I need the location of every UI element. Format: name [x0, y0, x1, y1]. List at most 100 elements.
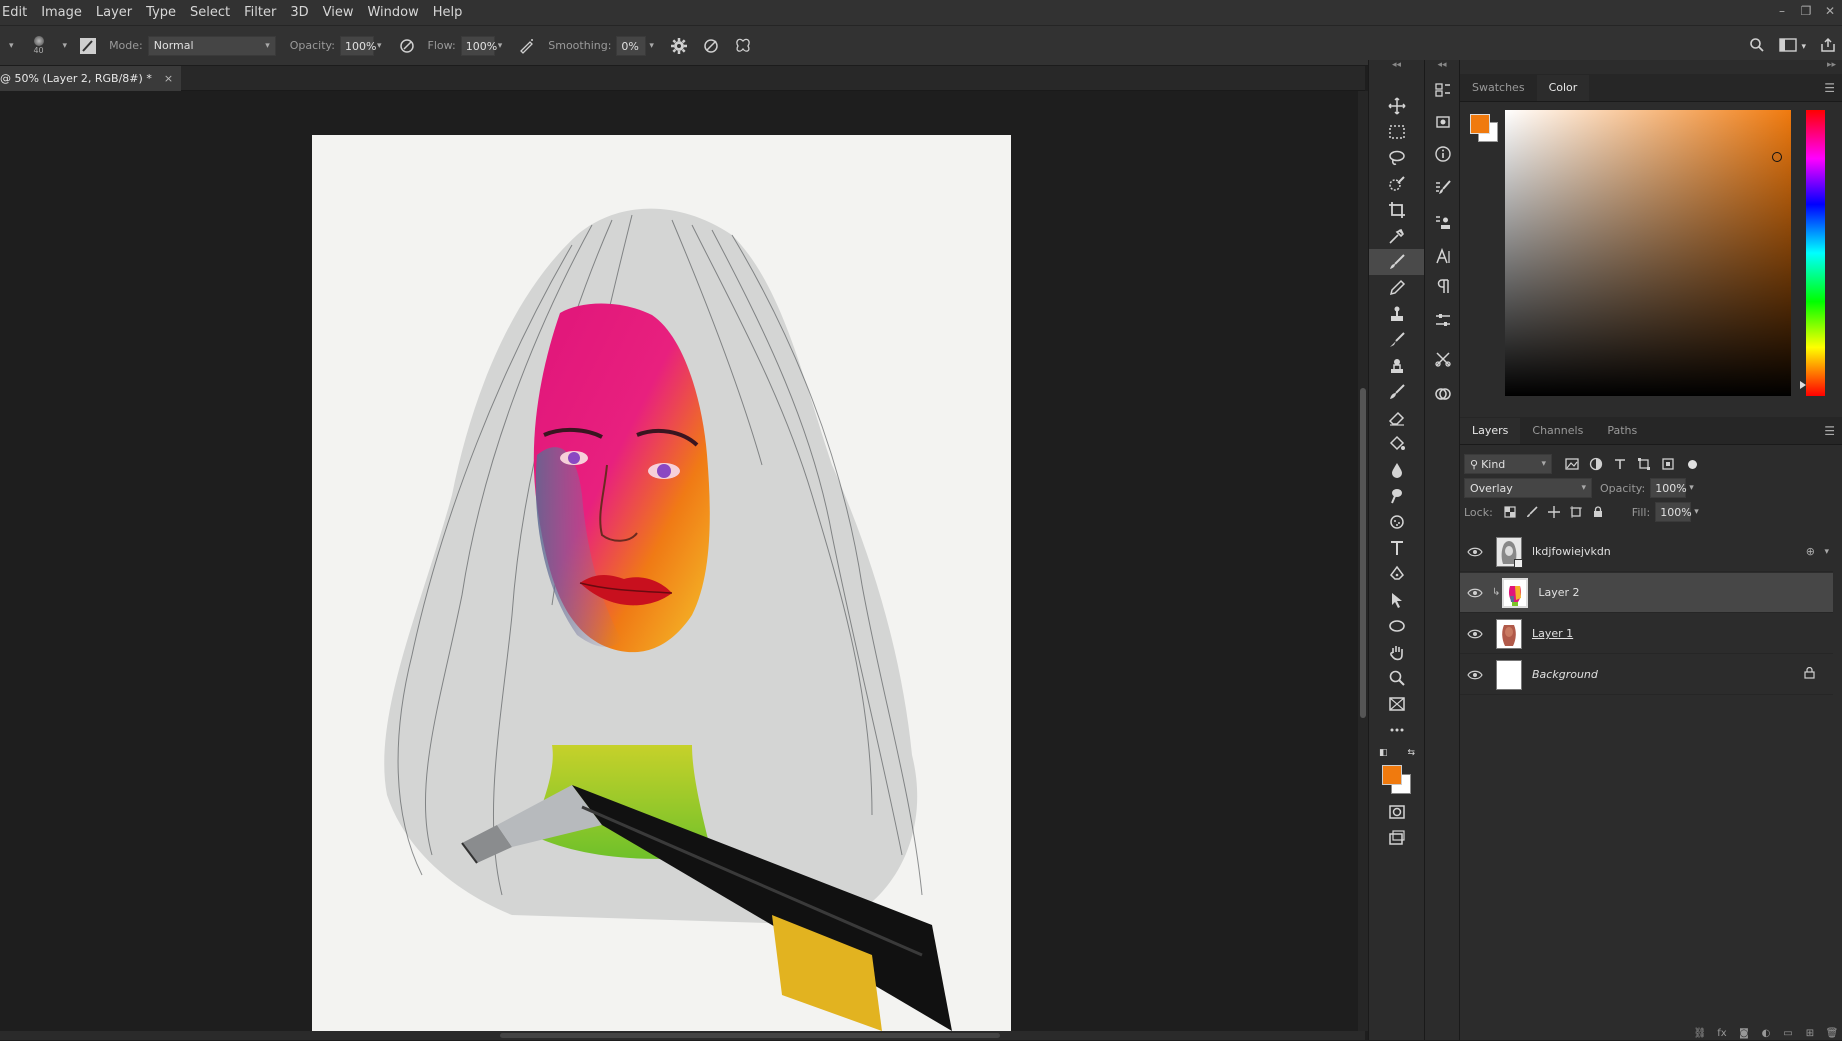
new-group-icon[interactable]: ▭ — [1777, 1028, 1799, 1039]
pen-tool-icon[interactable] — [1369, 561, 1425, 587]
collapse-tools-icon[interactable]: ◂◂ — [1369, 60, 1424, 74]
visibility-eye-icon[interactable] — [1460, 655, 1490, 695]
tab-swatches[interactable]: Swatches — [1460, 75, 1537, 101]
smoothing-chevron-icon[interactable]: ▾ — [649, 41, 654, 51]
paragraph-panel-icon[interactable] — [1425, 274, 1460, 298]
type-layer-filter-icon[interactable] — [1610, 455, 1630, 473]
minimize-button[interactable]: – — [1770, 0, 1794, 22]
adjustment-layer-filter-icon[interactable] — [1586, 455, 1606, 473]
libraries-panel-icon[interactable] — [1425, 376, 1460, 412]
fill-chevron-icon[interactable]: ▾ — [1694, 507, 1699, 517]
crop-tool-icon[interactable] — [1369, 197, 1425, 223]
tool-presets-panel-icon[interactable] — [1425, 342, 1460, 376]
eyedropper-tool-icon[interactable] — [1369, 223, 1425, 249]
link-layers-icon[interactable]: ⛓ — [1689, 1028, 1711, 1039]
airbrush-icon[interactable] — [516, 35, 538, 57]
add-layer-style-icon[interactable]: fx — [1711, 1028, 1733, 1039]
shape-layer-filter-icon[interactable] — [1634, 455, 1654, 473]
visibility-eye-icon[interactable] — [1460, 573, 1490, 613]
smoothing-input[interactable]: 0% — [616, 35, 647, 56]
pixel-layer-filter-icon[interactable] — [1562, 455, 1582, 473]
tab-channels[interactable]: Channels — [1520, 418, 1595, 444]
layer-effects-icon[interactable]: ⊕ — [1806, 545, 1815, 558]
workspace-icon[interactable] — [1779, 37, 1798, 56]
lock-artboard-icon[interactable] — [1566, 503, 1586, 521]
new-layer-icon[interactable]: ⊞ — [1799, 1028, 1821, 1039]
brush-settings-panel-icon[interactable] — [1425, 170, 1460, 206]
fill-input[interactable]: 100% — [1655, 502, 1692, 522]
tool-preset-chevron-icon[interactable]: ▾ — [9, 41, 14, 51]
workspace-chevron-icon[interactable]: ▾ — [1801, 42, 1806, 52]
new-adjustment-layer-icon[interactable]: ◐ — [1755, 1028, 1777, 1039]
move-tool-icon[interactable] — [1369, 93, 1425, 119]
hue-slider-handle[interactable] — [1800, 381, 1806, 389]
history-brush-tool-icon[interactable] — [1369, 379, 1425, 405]
layer-expand-chevron-icon[interactable]: ▾ — [1824, 547, 1829, 557]
clone-stamp-tool-icon[interactable] — [1369, 301, 1425, 327]
color-swatches-tool[interactable] — [1369, 763, 1425, 799]
blur-tool-icon[interactable] — [1369, 457, 1425, 483]
menu-filter[interactable]: Filter — [237, 0, 283, 25]
menu-layer[interactable]: Layer — [89, 0, 139, 25]
lock-position-icon[interactable] — [1544, 503, 1564, 521]
color-field[interactable] — [1505, 110, 1791, 396]
foreground-color-chip[interactable] — [1470, 114, 1490, 134]
brush-picker-chevron-icon[interactable]: ▾ — [63, 41, 68, 51]
color-picker-handle[interactable] — [1772, 152, 1782, 162]
menu-window[interactable]: Window — [360, 0, 425, 25]
menu-image[interactable]: Image — [34, 0, 89, 25]
character-panel-icon[interactable] — [1425, 238, 1460, 274]
ellipse-tool-icon[interactable] — [1369, 613, 1425, 639]
marquee-tool-icon[interactable] — [1369, 119, 1425, 145]
vertical-scrollbar-thumb[interactable] — [1360, 388, 1366, 718]
expand-panels-icon[interactable]: ▸▸ — [1460, 60, 1842, 74]
smart-object-filter-icon[interactable] — [1658, 455, 1678, 473]
path-selection-tool-icon[interactable] — [1369, 587, 1425, 613]
layer-row[interactable]: ↳ Layer 2 — [1460, 573, 1833, 613]
more-tools-icon[interactable] — [1369, 717, 1425, 743]
opacity-input[interactable]: 100% — [339, 35, 376, 56]
pencil-tool-icon[interactable] — [1369, 275, 1425, 301]
blend-mode-select[interactable]: Overlay ▾ — [1464, 478, 1592, 498]
document-canvas[interactable] — [312, 135, 1011, 1031]
menu-3d[interactable]: 3D — [283, 0, 315, 25]
sponge-tool-icon[interactable] — [1369, 509, 1425, 535]
quick-mask-icon[interactable] — [1369, 799, 1425, 825]
share-icon[interactable] — [1820, 37, 1836, 56]
menu-type[interactable]: Type — [139, 0, 183, 25]
lock-image-pixels-icon[interactable] — [1522, 503, 1542, 521]
layers-menu-icon[interactable]: ☰ — [1824, 424, 1835, 438]
document-tab[interactable]: @ 50% (Layer 2, RGB/8#) * × — [0, 66, 182, 91]
clone-source-panel-icon[interactable] — [1425, 206, 1460, 238]
hand-tool-icon[interactable] — [1369, 639, 1425, 665]
pressure-size-icon[interactable] — [700, 35, 722, 57]
type-tool-icon[interactable] — [1369, 535, 1425, 561]
tab-color[interactable]: Color — [1536, 75, 1590, 101]
layer-row[interactable]: Layer 1 — [1460, 614, 1833, 654]
horizontal-scrollbar-thumb[interactable] — [500, 1033, 1000, 1038]
layer-filter-kind-select[interactable]: ⚲ Kind ▾ — [1464, 454, 1552, 474]
layer-row[interactable]: lkdjfowiejvkdn ⊕ ▾ — [1460, 532, 1833, 572]
layer-opacity-chevron-icon[interactable]: ▾ — [1689, 483, 1694, 493]
tab-paths[interactable]: Paths — [1595, 418, 1649, 444]
frame-tool-icon[interactable] — [1369, 691, 1425, 717]
lasso-tool-icon[interactable] — [1369, 145, 1425, 171]
hue-slider[interactable] — [1806, 110, 1825, 396]
panel-menu-icon[interactable]: ☰ — [1824, 81, 1835, 95]
history-panel-icon[interactable] — [1425, 74, 1460, 106]
layer-name[interactable]: Background — [1532, 668, 1598, 681]
lock-all-icon[interactable] — [1588, 503, 1608, 521]
screen-mode-icon[interactable] — [1369, 825, 1425, 851]
search-icon[interactable] — [1749, 37, 1765, 56]
menu-select[interactable]: Select — [183, 0, 237, 25]
add-mask-icon[interactable]: ◙ — [1733, 1028, 1755, 1039]
vertical-scrollbar[interactable] — [1358, 91, 1368, 1031]
close-icon[interactable]: × — [164, 72, 173, 85]
brush-settings-toggle-icon[interactable] — [77, 35, 99, 57]
switch-colors-icon[interactable]: ⇆ — [1407, 748, 1415, 758]
filter-toggle-icon[interactable] — [1682, 455, 1702, 473]
layer-row[interactable]: Background — [1460, 655, 1833, 695]
menu-edit[interactable]: Edit — [0, 0, 34, 25]
flow-chevron-icon[interactable]: ▾ — [498, 41, 503, 51]
stamp-tool-icon[interactable] — [1369, 353, 1425, 379]
